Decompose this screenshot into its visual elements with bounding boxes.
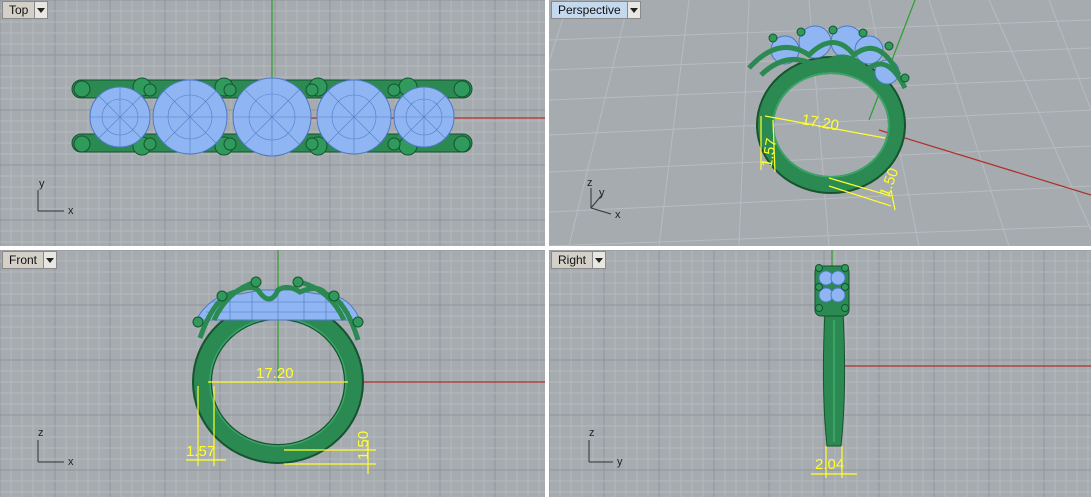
dimension-inner-diameter: 17.20 <box>800 111 840 134</box>
right-scene: 2.04 z y <box>549 250 1091 497</box>
viewport-tab-label: Front <box>9 253 38 267</box>
viewport-tab-front[interactable]: Front <box>2 251 58 269</box>
ring-right-model <box>814 264 850 447</box>
viewport-tab-label: Right <box>558 253 587 267</box>
dimension-inner-diameter: 17.20 <box>256 365 294 382</box>
viewport-right[interactable]: 2.04 z y Right <box>549 250 1091 497</box>
viewport-tab-label: Top <box>9 3 29 17</box>
gizmo-label-z: z <box>38 427 44 439</box>
dimension-band-width: 2.04 <box>815 456 844 473</box>
chevron-down-icon[interactable] <box>43 252 57 268</box>
viewport-perspective[interactable]: 17.20 1.57 1.50 z y x Perspective <box>549 0 1091 246</box>
gizmo-label-y: y <box>617 456 623 468</box>
gizmo-label-z: z <box>589 427 595 439</box>
ring-top-model <box>71 77 473 157</box>
viewport-tab-label: Perspective <box>558 3 621 17</box>
dimension-band-thickness: 1.57 <box>186 443 215 460</box>
chevron-down-icon[interactable] <box>592 252 606 268</box>
axis-gizmo: z y x <box>587 177 621 221</box>
viewport-tab-right[interactable]: Right <box>551 251 607 269</box>
perspective-scene: 17.20 1.57 1.50 z y x <box>549 0 1091 246</box>
viewport-tab-perspective[interactable]: Perspective <box>551 1 641 19</box>
viewport-tab-top[interactable]: Top <box>2 1 49 19</box>
x-axis-line <box>878 129 1091 196</box>
chevron-down-icon[interactable] <box>34 2 48 18</box>
gizmo-label-z: z <box>587 177 593 189</box>
dimension-band-height: 1.50 <box>355 431 372 460</box>
chevron-down-icon[interactable] <box>626 2 640 18</box>
gizmo-label-y: y <box>39 178 45 190</box>
top-scene: y x <box>0 0 545 246</box>
gizmo-label-x: x <box>68 205 74 217</box>
gizmo-label-x: x <box>615 209 621 221</box>
gizmo-label-y: y <box>599 187 605 199</box>
viewport-front[interactable]: 17.20 1.57 1.50 z x Front <box>0 250 545 497</box>
front-scene: 17.20 1.57 1.50 z x <box>0 250 545 497</box>
gizmo-label-x: x <box>68 456 74 468</box>
viewport-top[interactable]: y x Top <box>0 0 545 246</box>
